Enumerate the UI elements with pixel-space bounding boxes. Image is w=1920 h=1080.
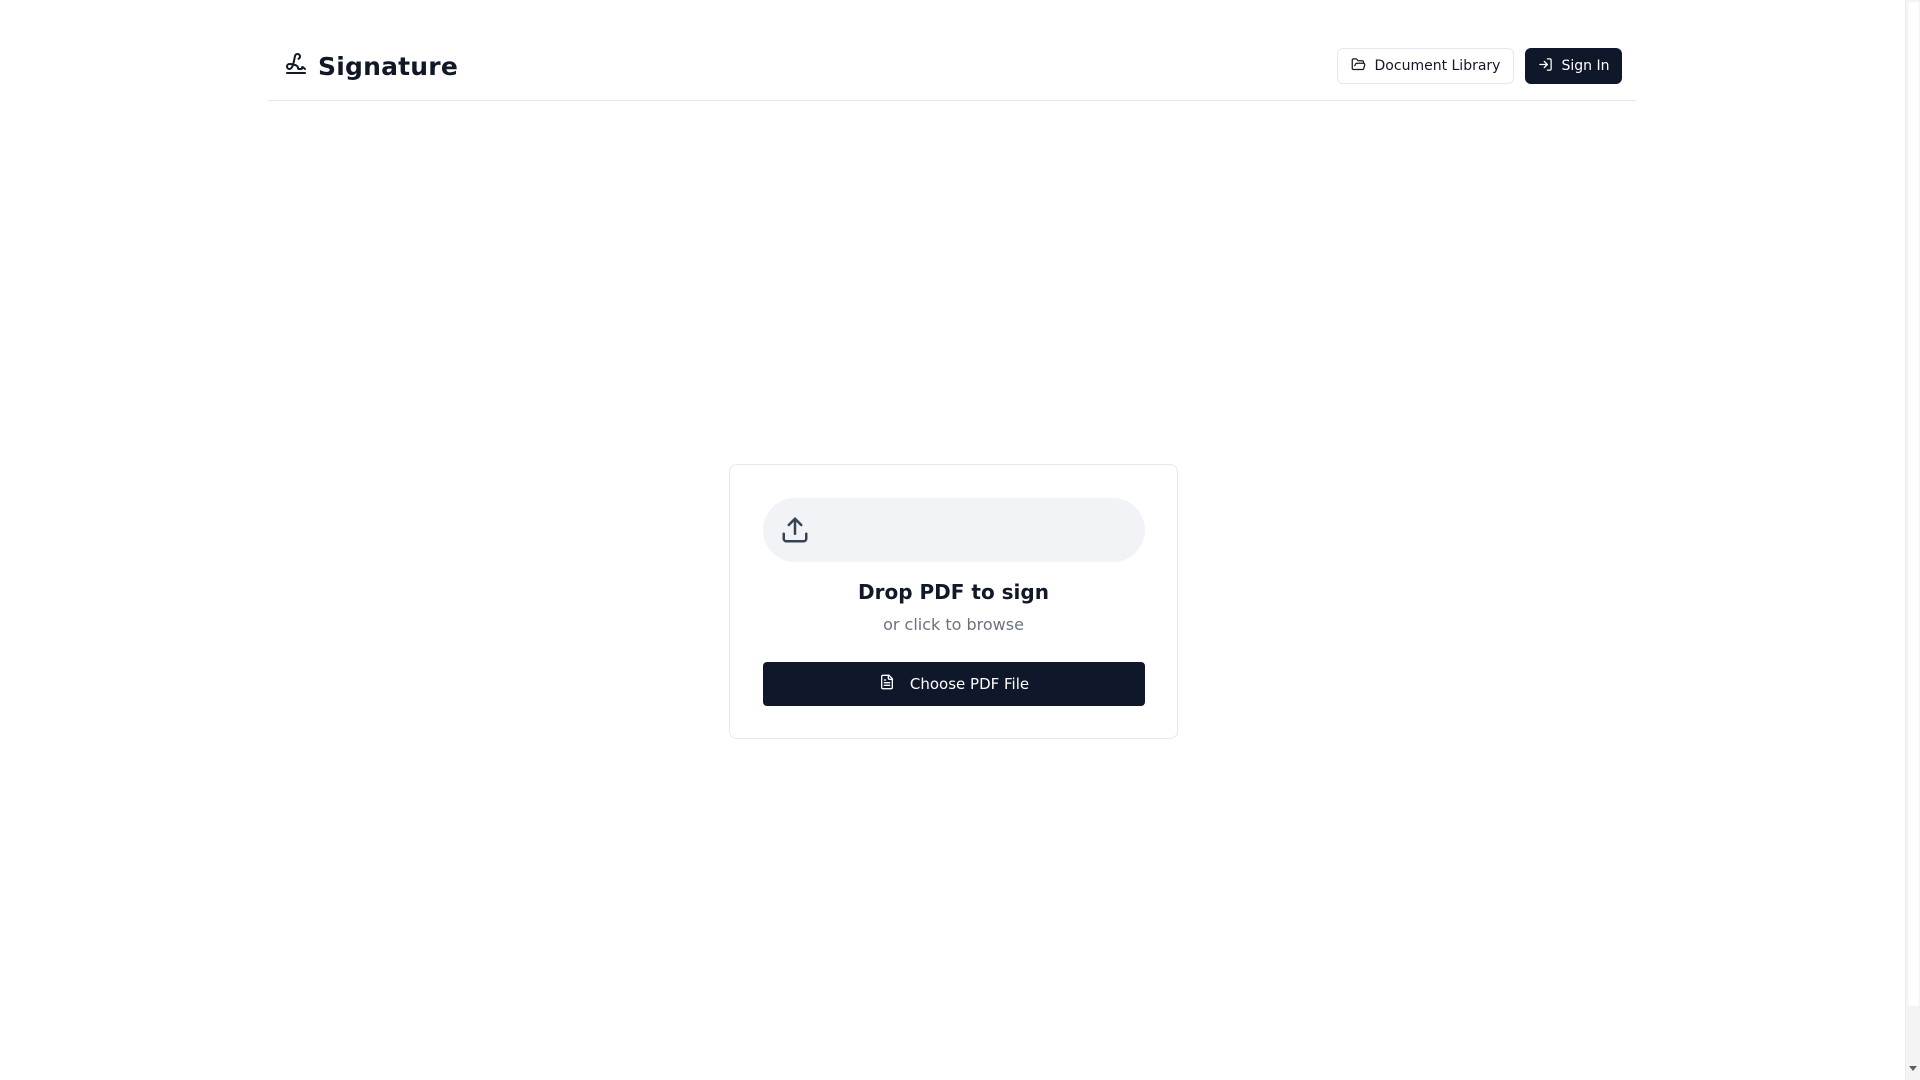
upload-card: Drop PDF to sign or click to browse Choo… <box>729 464 1178 739</box>
sign-in-button[interactable]: Sign In <box>1525 48 1622 84</box>
brand[interactable]: Signature <box>284 48 458 84</box>
document-library-label: Document Library <box>1374 58 1501 74</box>
document-library-button[interactable]: Document Library <box>1337 48 1514 84</box>
choose-pdf-button[interactable]: Choose PDF File <box>763 662 1145 706</box>
app-header: Signature Document Library Sign In <box>268 0 1636 101</box>
page: Signature Document Library Sign In Drop … <box>0 0 1920 1080</box>
sign-in-icon <box>1538 57 1553 76</box>
vertical-scrollbar[interactable] <box>1905 0 1920 1080</box>
signature-icon <box>284 52 308 80</box>
upload-title: Drop PDF to sign <box>858 580 1049 604</box>
upload-subtitle: or click to browse <box>883 615 1024 634</box>
choose-pdf-label: Choose PDF File <box>909 675 1030 693</box>
pdf-dropzone[interactable] <box>763 498 1145 562</box>
app-title: Signature <box>318 51 458 81</box>
scrollbar-thumb[interactable] <box>1908 2 1919 1006</box>
scroll-down-arrow-icon[interactable] <box>1909 1066 1917 1071</box>
folder-open-icon <box>1351 57 1366 76</box>
file-text-icon <box>879 674 895 694</box>
sign-in-label: Sign In <box>1561 58 1610 74</box>
